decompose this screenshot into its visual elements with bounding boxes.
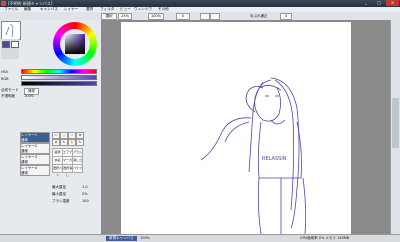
angle-field[interactable]: 0 (176, 13, 190, 20)
close-button[interactable]: × (386, 0, 399, 6)
layer-mode: 通常 (21, 160, 28, 164)
navigator-preview (5, 24, 14, 38)
layer-mode: 通常 (21, 171, 28, 175)
maximize-button[interactable]: □ (373, 0, 385, 6)
layer-item[interactable]: レイヤー3 通常 (20, 154, 50, 165)
color-wheel[interactable] (53, 22, 97, 66)
canvas-area[interactable]: RELASSIN (101, 20, 391, 235)
tool-eyedropper-icon[interactable]: ✎ (76, 139, 84, 146)
tool-select-icon[interactable]: ▭ (52, 132, 60, 139)
navigator-thumbnail[interactable] (1, 21, 21, 40)
vertical-scrollbar[interactable] (390, 20, 400, 234)
app-icon (1, 1, 6, 6)
opacity-value[interactable]: 100% (24, 94, 34, 98)
color-swatch-fore[interactable] (2, 41, 10, 48)
layer-name: レイヤー3 (21, 155, 38, 159)
brush-size-label: 最大直径 (52, 185, 66, 189)
shirt-text: RELASSIN (262, 156, 287, 162)
hsv-label[interactable]: HSV (1, 70, 8, 74)
layer-item[interactable]: レイヤー1 通常 (20, 132, 50, 143)
status-zoom: 100% (140, 236, 151, 240)
layer-name: レイヤー4 (21, 166, 38, 170)
color-wheel-inner (60, 29, 90, 59)
color-swatch-back[interactable] (11, 41, 19, 48)
tool-zoom-icon[interactable]: ⊕ (52, 139, 60, 146)
tool-lasso-icon[interactable]: ◌ (60, 132, 68, 139)
tool-rotate-icon[interactable]: ↻ (60, 139, 68, 146)
select-all-button[interactable]: 選択 (101, 13, 117, 20)
saturation-square[interactable] (65, 34, 85, 54)
hue-slider[interactable] (21, 69, 97, 74)
layer-name: レイヤー1 (21, 133, 38, 137)
layer-item[interactable]: レイヤー4 通常 (20, 165, 50, 176)
canvas-paper[interactable]: RELASSIN (121, 22, 351, 235)
tool-move-icon[interactable]: ✥ (76, 132, 84, 139)
sat-slider[interactable] (21, 75, 97, 80)
navigator-controls (1, 39, 19, 59)
sketch-drawing: RELASSIN (200, 77, 307, 235)
tool-wand-icon[interactable]: ✧ (68, 132, 76, 139)
brush-min-value[interactable]: 0% (82, 192, 88, 196)
brush-size-value[interactable]: 1.0 (82, 185, 88, 189)
opacity-label: 不透明度 (1, 94, 15, 98)
left-panel: HSV RGB 合成モード 通常 不透明度 100% レイヤー1 通常 レイヤー… (0, 20, 102, 235)
zoom-field[interactable]: 100% (148, 13, 164, 20)
brush-density-label: ブラシ濃度 (52, 199, 70, 203)
tool-hand-icon[interactable]: ✋ (68, 139, 76, 146)
flip-button[interactable] (200, 13, 210, 20)
rotate-button[interactable] (210, 13, 220, 20)
brush-density-value[interactable]: 100 (82, 199, 89, 203)
val-slider[interactable] (21, 81, 97, 86)
rgb-label[interactable]: RGB (1, 77, 9, 81)
scroll-thumb[interactable] (392, 98, 399, 148)
stabilizer-field[interactable]: 0 (280, 13, 292, 20)
stabilizer-label: 手ぶれ補正 (250, 14, 268, 18)
title-bar: [不明的 新規キャンバス] _ □ × (0, 0, 400, 7)
layer-mode: 通常 (21, 138, 28, 142)
minimize-button[interactable]: _ (360, 0, 372, 6)
brush-min-label: 最小直径 (52, 192, 66, 196)
layer-mode: 通常 (21, 149, 28, 153)
status-info: CPU使用率 0% メモリ 145MB (300, 236, 350, 240)
brush-bucket[interactable]: バケツ (72, 164, 83, 173)
scale-field[interactable]: 25% (118, 13, 132, 20)
blend-mode-label: 合成モード (1, 88, 19, 92)
layer-name: レイヤー2 (21, 144, 38, 148)
layer-item[interactable]: レイヤー2 通常 (20, 143, 50, 154)
status-file[interactable]: 新規キャンバス (106, 236, 137, 241)
